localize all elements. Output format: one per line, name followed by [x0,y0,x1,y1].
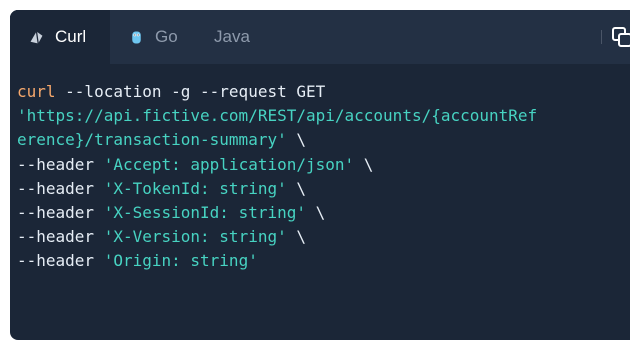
tab-go[interactable]: Go [110,10,202,64]
curl-command: curl [17,82,56,101]
code-line-1: curl --location -g --request GET [17,82,326,101]
tab-curl[interactable]: Curl [10,10,110,64]
header-line: --header 'X-TokenId: string' \ [17,178,306,198]
copy-icon[interactable] [610,25,630,49]
curl-icon [30,30,43,44]
code-block: curl --location -g --request GET 'https:… [17,80,537,274]
header-line: --header 'Origin: string' [17,251,258,271]
language-tab-bar: Curl Go Java [10,10,630,64]
header-line: --header 'X-Version: string' \ [17,227,306,247]
tab-go-label: Go [155,27,178,46]
tab-java-label: Java [214,27,250,46]
go-gopher-icon [132,31,141,43]
header-line: --header 'X-SessionId: string' \ [17,203,326,223]
tab-java[interactable]: Java [202,10,282,64]
url-string-line-2: erence}/transaction-summary' [17,130,287,150]
url-string-line-1: 'https://api.fictive.com/REST/api/accoun… [17,106,538,126]
tab-curl-label: Curl [55,27,87,46]
header-line: --header 'Accept: application/json' \ [17,154,374,174]
tab-bar-divider [601,30,602,44]
code-line-3: erence}/transaction-summary' \ [17,130,306,150]
